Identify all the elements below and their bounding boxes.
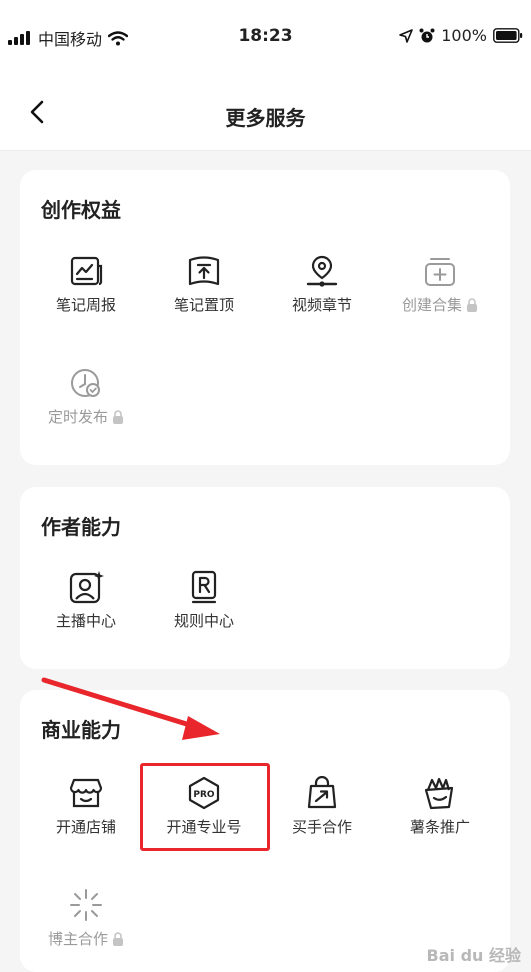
service-item-label: 视频章节 (291, 296, 352, 314)
alarm-icon (419, 28, 435, 42)
service-item-label: 笔记置顶 (173, 296, 234, 314)
section-title: 创作权益 (41, 198, 121, 222)
lock-icon (113, 931, 123, 946)
service-item-label: 笔记周报 (55, 296, 116, 314)
report-icon (70, 256, 103, 286)
service-item-buyer-cooperation[interactable]: 买手合作 (262, 776, 382, 856)
watermark-text: Bai du 经验 (426, 946, 521, 965)
section-title: 作者能力 (41, 515, 121, 539)
service-item-rules-center[interactable]: 规则中心 (144, 570, 264, 650)
shop-icon (69, 778, 103, 808)
lock-icon (113, 409, 123, 424)
service-item-label: 定时发布 (48, 406, 124, 427)
lock-icon (467, 297, 477, 312)
section-author-capabilities: 作者能力 主播中心 规则中心 (20, 487, 510, 669)
service-item-scheduled-publish[interactable]: 定时发布 (26, 366, 146, 446)
service-item-fries-promotion[interactable]: 薯条推广 (380, 776, 500, 856)
status-bar: 中国移动 18:23 100% (0, 0, 531, 74)
fries-promo-icon (424, 777, 454, 810)
service-item-blogger-cooperation[interactable]: 博主合作 (26, 888, 146, 968)
highlight-box (140, 763, 270, 851)
service-item-video-chapter[interactable]: 视频章节 (262, 254, 382, 334)
service-item-label: 薯条推广 (409, 818, 470, 836)
section-creation-benefits: 创作权益 笔记周报 笔记置顶 视频章节 创建合集 定时发布 (20, 170, 510, 465)
video-chapter-icon (306, 255, 338, 287)
service-item-host-center[interactable]: 主播中心 (26, 570, 146, 650)
service-item-label: 开通店铺 (55, 818, 116, 836)
shopping-bag-icon (307, 776, 337, 809)
rules-book-icon (191, 570, 217, 604)
nav-bar: 更多服务 (0, 74, 531, 151)
service-item-note-pin-top[interactable]: 笔记置顶 (144, 254, 264, 334)
scheduled-publish-icon (71, 369, 100, 397)
battery-icon (493, 28, 523, 43)
service-item-open-shop[interactable]: 开通店铺 (26, 776, 146, 856)
status-right: 100% (399, 26, 523, 45)
pin-top-icon (188, 256, 220, 286)
host-center-icon (69, 571, 104, 604)
service-item-label: 主播中心 (55, 612, 116, 630)
service-item-label: 规则中心 (173, 612, 234, 630)
page-title: 更多服务 (225, 106, 306, 130)
location-arrow-icon (399, 28, 414, 43)
service-item-label: 博主合作 (48, 928, 124, 949)
service-item-note-weekly-report[interactable]: 笔记周报 (26, 254, 146, 334)
service-item-label: 创建合集 (402, 294, 478, 315)
service-item-create-collection[interactable]: 创建合集 (380, 254, 500, 334)
battery-percent: 100% (441, 26, 487, 45)
service-item-label: 买手合作 (291, 818, 352, 836)
collection-add-icon (425, 258, 455, 286)
section-title: 商业能力 (41, 718, 121, 742)
spark-icon (70, 889, 102, 921)
